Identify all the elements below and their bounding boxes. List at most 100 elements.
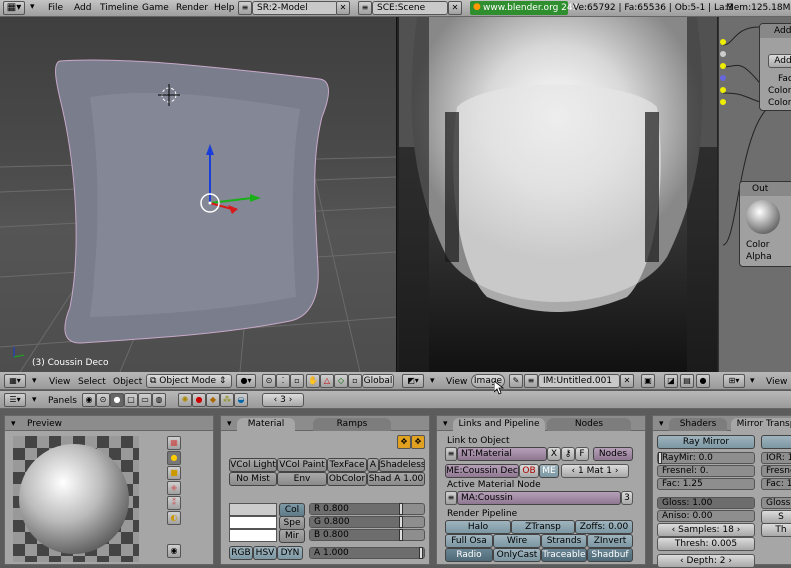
tab-shaders[interactable]: Shaders	[669, 418, 727, 431]
vcol-light-toggle[interactable]: VCol Light	[229, 458, 277, 472]
preview-sky-icon[interactable]: ◐	[167, 511, 181, 525]
color-swatch-col[interactable]	[229, 503, 277, 516]
menu-view[interactable]: View	[49, 377, 70, 387]
screen-browse-icon[interactable]: ≡	[238, 1, 252, 15]
transp-gloss-slider[interactable]: Gloss:	[761, 497, 791, 509]
material-users-count[interactable]: 3	[621, 491, 633, 505]
tab-links-pipeline[interactable]: Links and Pipeline	[453, 418, 545, 431]
image-name-field[interactable]: IM:Untitled.001	[538, 374, 620, 388]
b-slider[interactable]: B 0.800	[309, 529, 425, 541]
vcol-paint-toggle[interactable]: VCol Paint	[277, 458, 327, 472]
shadeless-toggle[interactable]: Shadeless	[379, 458, 425, 472]
collapse-arrow-icon[interactable]: ▾	[32, 395, 37, 405]
samples-field[interactable]: ‹ Samples: 18 ›	[657, 523, 755, 537]
strands-toggle[interactable]: Strands	[541, 534, 587, 548]
obcolor-toggle[interactable]: ObColor	[327, 472, 367, 486]
onlycast-toggle[interactable]: OnlyCast	[493, 548, 541, 562]
panel-collapse-icon[interactable]: ▾	[443, 419, 448, 429]
hand-icon[interactable]: ✋	[306, 374, 320, 388]
r-slider[interactable]: R 0.800	[309, 503, 425, 515]
tab-material[interactable]: Material	[237, 418, 295, 431]
menu-view[interactable]: View	[446, 377, 467, 387]
radio-toggle[interactable]: Radio	[445, 548, 493, 562]
zoffs-field[interactable]: Zoffs: 0.00	[575, 520, 633, 534]
collapse-arrow-icon[interactable]: ▾	[750, 376, 755, 386]
add-blend-mode[interactable]: Add	[768, 54, 791, 68]
preview-hair-icon[interactable]: ⁑	[167, 496, 181, 510]
layers-icon[interactable]: ▫	[290, 374, 304, 388]
wire-toggle[interactable]: Wire	[493, 534, 541, 548]
window-type-icon[interactable]: ▦▾	[3, 1, 25, 15]
nodetree-unlink[interactable]: X	[547, 447, 561, 461]
transp-fac-slider[interactable]: Fac: 1	[761, 478, 791, 490]
traceable-toggle[interactable]: Traceable	[541, 548, 587, 562]
fac-slider[interactable]: Fac: 1.25	[657, 478, 755, 490]
copy-material-icon[interactable]: ✥	[397, 435, 411, 449]
collapse-arrow-icon[interactable]: ▾	[430, 376, 435, 386]
editor-type-icon[interactable]: ☰▾	[4, 393, 26, 407]
editor-type-icon[interactable]: ▦▾	[4, 374, 26, 388]
no-mist-toggle[interactable]: No Mist	[229, 472, 277, 486]
menu-select[interactable]: Select	[78, 377, 106, 387]
gloss-slider[interactable]: Gloss: 1.00	[657, 497, 755, 509]
translate-manip-icon[interactable]: ▫	[348, 374, 362, 388]
scene-name-field[interactable]: SCE:Scene	[372, 1, 448, 15]
shadbuf-toggle[interactable]: Shadbuf	[587, 548, 633, 562]
alpha-slider[interactable]: A 1.000	[309, 547, 425, 559]
env-toggle[interactable]: Env	[277, 472, 327, 486]
shading-context-icon[interactable]: ●	[110, 393, 124, 407]
image-close-icon[interactable]: ✕	[620, 374, 634, 388]
material-sub-icon[interactable]: ●	[192, 393, 206, 407]
panel-collapse-icon[interactable]: ▾	[659, 419, 664, 429]
world-sub-icon[interactable]: ◒	[234, 393, 248, 407]
nodetree-field[interactable]: NT:Material	[457, 447, 547, 461]
texture-sub-icon[interactable]: ◆	[206, 393, 220, 407]
rotate-manip-icon[interactable]: △	[320, 374, 334, 388]
material-name-field[interactable]: MA:Coussin	[457, 491, 621, 505]
radio-sub-icon[interactable]: ⁂	[220, 393, 234, 407]
transp-thresh-field[interactable]: Th	[761, 523, 791, 537]
menu-render[interactable]: Render	[176, 3, 208, 13]
ray-transp-toggle[interactable]	[761, 435, 791, 449]
color-swatch-mir[interactable]	[229, 529, 277, 542]
menu-help[interactable]: Help	[214, 3, 235, 13]
menu-add[interactable]: Add	[74, 3, 91, 13]
script-context-icon[interactable]: ⊙	[96, 393, 110, 407]
ob-toggle[interactable]: OB	[519, 464, 539, 478]
nodetree-fake-user-icon[interactable]: ⚷	[561, 447, 575, 461]
preview-render-icon[interactable]: ◉	[167, 544, 181, 558]
preview-plane-icon[interactable]: ▦	[167, 436, 181, 450]
pivot-icon[interactable]: ⊙	[262, 374, 276, 388]
texface-toggle[interactable]: TexFace	[327, 458, 367, 472]
3d-viewport[interactable]: (3) Coussin Deco	[0, 17, 396, 372]
fresnel-slider[interactable]: Fresnel: 0.	[657, 465, 755, 477]
lamp-sub-icon[interactable]: ✺	[178, 393, 192, 407]
image-editor[interactable]	[396, 17, 718, 372]
collapse-arrow-icon[interactable]: ▾	[30, 2, 35, 12]
ztransp-toggle[interactable]: ZTransp	[511, 520, 575, 534]
material-browse-icon[interactable]: ≡	[445, 491, 457, 505]
nodetree-f[interactable]: F	[575, 447, 589, 461]
preview-cube-icon[interactable]: ■	[167, 466, 181, 480]
ray-mirror-toggle[interactable]: Ray Mirror	[657, 435, 755, 449]
panel-collapse-icon[interactable]: ▾	[227, 419, 232, 429]
shad-alpha-field[interactable]: Shad A 1.00	[367, 472, 425, 486]
rgb-mode[interactable]: RGB	[229, 546, 253, 560]
draw-alpha-icon[interactable]: ▤	[680, 374, 694, 388]
menu-view[interactable]: View	[766, 377, 787, 387]
transp-samples-field[interactable]: S	[761, 510, 791, 524]
image-browse-icon[interactable]: ≡	[524, 374, 538, 388]
editor-type-icon[interactable]: ⊞▾	[723, 374, 745, 388]
screen-name-field[interactable]: SR:2-Model	[252, 1, 338, 15]
hsv-mode[interactable]: HSV	[253, 546, 277, 560]
nodetree-browse-icon[interactable]: ≡	[445, 447, 457, 461]
me-toggle[interactable]: ME	[539, 464, 559, 478]
alpha-slider-knob[interactable]	[419, 547, 423, 559]
menu-object[interactable]: Object	[113, 377, 142, 387]
preview-sphere-icon[interactable]: ●	[167, 451, 181, 465]
mesh-link-field[interactable]: ME:Coussin Deco	[445, 464, 519, 478]
halo-toggle[interactable]: Halo	[445, 520, 511, 534]
pin-icon[interactable]: ✎	[509, 374, 523, 388]
editing-context-icon[interactable]: ▭	[138, 393, 152, 407]
draw-type-icon[interactable]: ●▾	[236, 374, 256, 388]
